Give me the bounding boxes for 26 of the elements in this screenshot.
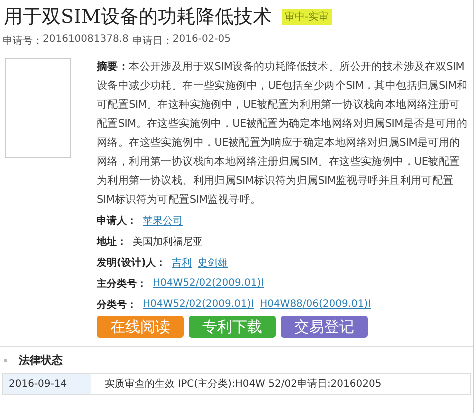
status-badge: 审中-实审 [282, 9, 332, 25]
field-link[interactable]: 史剑雄 [198, 256, 228, 270]
meta-value: 2016-02-05 [172, 34, 232, 47]
patent-title: 用于双SIM设备的功耗降低技术 [4, 5, 272, 30]
field-link[interactable]: 吉利 [172, 256, 192, 270]
date-cell: 2016-09-14 [3, 374, 91, 394]
field-link[interactable]: H04W52/02(2009.01)I [153, 278, 264, 289]
bullet-icon [4, 359, 7, 362]
section-heading: 法律状态 [19, 353, 63, 368]
meta-label: 申请号： [3, 34, 43, 48]
meta-label: 申请日： [132, 34, 173, 48]
field-label: 分类号： [97, 298, 137, 312]
field-label: 申请人： [97, 214, 137, 228]
field-label: 主分类号： [97, 277, 147, 290]
action-button[interactable]: 专利下载 [189, 316, 276, 338]
field-value: 美国加利福尼亚 [133, 236, 203, 248]
action-button[interactable]: 在线阅读 [97, 316, 184, 338]
field-label: 地址： [97, 236, 127, 248]
abstract-text: 摘要：本公开涉及用于双SIM设备的功耗降低技术。所公开的技术涉及在双SIM设备中减少功耗。在一些实施例中，UE包括至少两个SIM，其中包括归属SIM和可配置SIM。在这种实施例中，UE被配置为利用第一协议栈向本地网络注册可配置SIM。在这些实施例中，UE被配置为确定本地网络对归属SIM是否是可用的网络。在这些实施例中，UE被配置为响应于确定本地网络对归属SIM是可用的网络，利用第一协议栈向本地网络注册归属SIM。在这些实施例中，UE被配置为利用第一协议栈、利用归属SIM标识符为归属SIM监视寻呼并且利用可配置SIM标识符为可配置SIM监视寻呼。 [97, 60, 469, 208]
field-label: 发明(设计)人： [97, 256, 166, 270]
field-link[interactable]: H04W52/02(2009.01)I [143, 299, 254, 310]
action-button[interactable]: 交易登记 [281, 316, 368, 338]
field-link[interactable]: 苹果公司 [143, 214, 183, 228]
field-link[interactable]: H04W88/06(2009.01)I [260, 299, 372, 310]
meta-value: 201610081378.8 [43, 34, 129, 47]
event-cell-text: 实质审查的生效 IPC(主分类):H04W 52/02申请日:20160205 [104, 378, 382, 391]
